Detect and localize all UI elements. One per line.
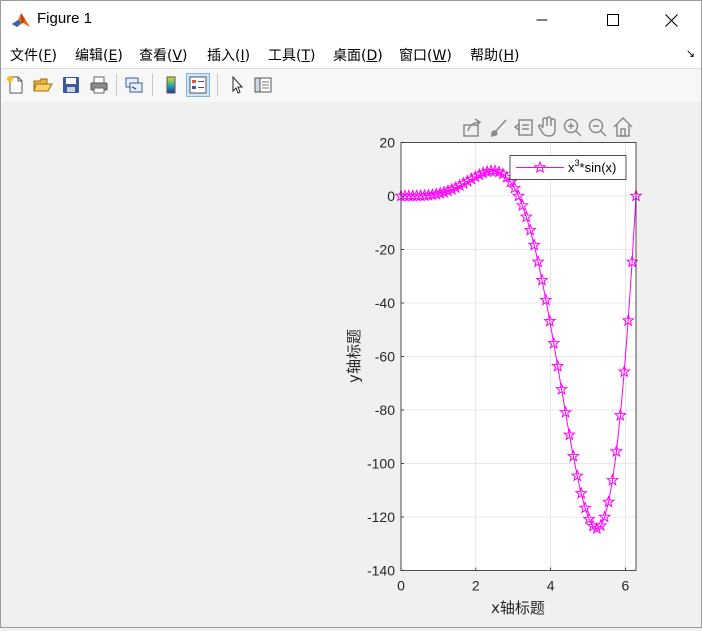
toolbar-separator [152, 74, 153, 96]
menu-bar: 文件(F) 编辑(E) 查看(V) 插入(I) 工具(T) 桌面(D) 窗口(W… [1, 39, 701, 68]
menu-file[interactable]: 文件(F) [10, 45, 57, 65]
insert-colorbar-button[interactable] [159, 73, 183, 97]
y-tick-label: -60 [375, 349, 395, 365]
y-tick-label: -20 [375, 242, 395, 258]
menu-desktop[interactable]: 桌面(D) [333, 45, 383, 65]
plot-svg: 0 2 4 6 20 0 -20 -40 -60 -80 -100 -120 -140 x轴标题 y轴… [345, 116, 643, 617]
legend-icon [189, 76, 207, 94]
menu-window[interactable]: 窗口(W) [399, 45, 452, 65]
zoom-in-icon[interactable] [563, 118, 582, 137]
title-bar: Figure 1 [1, 1, 701, 39]
x-tick-label: 2 [472, 578, 480, 594]
open-file-icon [33, 78, 53, 92]
print-icon [90, 76, 108, 94]
window-title: Figure 1 [37, 10, 93, 27]
y-tick-label: -100 [367, 456, 395, 472]
x-tick-label: 0 [397, 578, 405, 594]
y-tick-label: 0 [387, 188, 395, 204]
x-tick-labels: 0 2 4 6 [397, 578, 629, 594]
undock-icon[interactable]: ↘ [686, 47, 695, 60]
home-icon[interactable] [613, 116, 633, 137]
edit-plot-button[interactable] [225, 73, 249, 97]
figure-window: Figure 1 文件(F) 编辑(E) 查看(V) 插入(I) 工具(T) 桌… [0, 0, 702, 628]
minimize-button[interactable] [519, 1, 565, 39]
brush-icon[interactable] [491, 119, 507, 137]
menu-view[interactable]: 查看(V) [139, 45, 188, 65]
link-icon [125, 77, 143, 93]
menu-tools[interactable]: 工具(T) [268, 45, 316, 65]
x-axis-label: x轴标题 [491, 599, 545, 617]
toolbar-separator [217, 74, 218, 96]
y-axis-label: y轴标题 [345, 329, 363, 383]
property-inspector-icon [254, 77, 272, 93]
close-button[interactable] [648, 1, 694, 39]
zoom-out-icon[interactable] [588, 118, 607, 137]
property-inspector-button[interactable] [251, 73, 275, 97]
export-icon[interactable] [463, 118, 482, 137]
y-tick-label: -140 [367, 563, 395, 579]
toolbar-separator [116, 74, 117, 96]
y-tick-labels: 20 0 -20 -40 -60 -80 -100 -120 -140 [367, 135, 395, 579]
insert-legend-button[interactable] [186, 73, 210, 97]
x-tick-label: 4 [547, 578, 555, 594]
pointer-icon [232, 75, 244, 94]
close-icon [664, 13, 678, 27]
maximize-icon [607, 14, 619, 26]
matlab-logo-icon [11, 10, 31, 30]
y-tick-label: 20 [379, 135, 395, 151]
y-tick-label: -80 [375, 402, 395, 418]
new-figure-button[interactable] [4, 73, 28, 97]
pan-icon[interactable] [537, 116, 556, 137]
colorbar-icon [166, 76, 176, 94]
open-file-button[interactable] [31, 73, 55, 97]
maximize-button[interactable] [590, 1, 636, 39]
link-plot-button[interactable] [122, 73, 146, 97]
datatip-icon[interactable] [513, 119, 533, 136]
y-tick-label: -120 [367, 509, 395, 525]
menu-insert[interactable]: 插入(I) [207, 45, 250, 65]
menu-edit[interactable]: 编辑(E) [75, 45, 123, 65]
print-button[interactable] [87, 73, 111, 97]
x-tick-label: 6 [622, 578, 630, 594]
menu-help[interactable]: 帮助(H) [470, 45, 519, 65]
legend[interactable]: x3*sin(x) [509, 155, 627, 180]
figure-toolbar [1, 68, 701, 103]
figure-canvas: 0 2 4 6 20 0 -20 -40 -60 -80 -100 -120 -140 x轴标题 y轴… [1, 102, 701, 627]
axes-toolbar [463, 116, 633, 137]
save-icon [63, 77, 79, 93]
y-tick-label: -40 [375, 295, 395, 311]
save-button[interactable] [59, 73, 83, 97]
new-figure-icon [7, 76, 23, 94]
minimize-icon [536, 19, 548, 21]
